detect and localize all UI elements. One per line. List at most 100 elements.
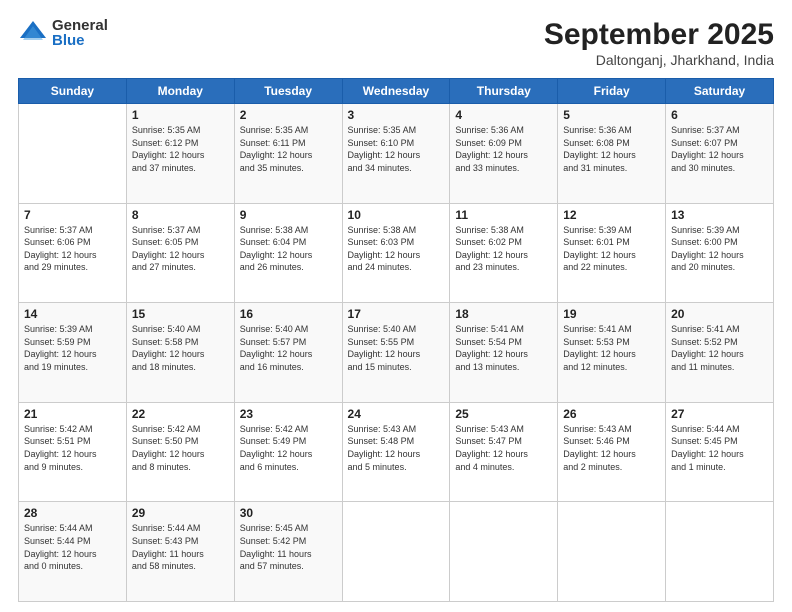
calendar-cell: 17Sunrise: 5:40 AM Sunset: 5:55 PM Dayli… xyxy=(342,303,450,403)
calendar-cell: 12 Sunrise: 5:39 AM Sunset: 6:01 PM Dayli… xyxy=(558,203,666,303)
day-info: Sunrise: 5:36 AM Sunset: 6:09 PM Dayligh… xyxy=(455,124,552,174)
day-number: 10 xyxy=(348,208,445,222)
day-info: Sunrise: 5:43 AM Sunset: 5:47 PM Dayligh… xyxy=(455,423,552,473)
weekday-header-tuesday: Tuesday xyxy=(234,79,342,104)
calendar-cell: 3Sunrise: 5:35 AM Sunset: 6:10 PM Daylig… xyxy=(342,104,450,204)
day-number: 27 xyxy=(671,407,768,421)
calendar-week-row: 28Sunrise: 5:44 AM Sunset: 5:44 PM Dayli… xyxy=(19,502,774,602)
day-info: Sunrise: 5:40 AM Sunset: 5:58 PM Dayligh… xyxy=(132,323,229,373)
calendar-cell: 16Sunrise: 5:40 AM Sunset: 5:57 PM Dayli… xyxy=(234,303,342,403)
logo-general: General xyxy=(52,18,108,33)
day-info: Sunrise: 5:45 AM Sunset: 5:42 PM Dayligh… xyxy=(240,522,337,572)
calendar-week-row: 1 Sunrise: 5:35 AM Sunset: 6:12 PM Daylig… xyxy=(19,104,774,204)
day-info: Sunrise: 5:42 AM Sunset: 5:50 PM Dayligh… xyxy=(132,423,229,473)
calendar-cell: 4 Sunrise: 5:36 AM Sunset: 6:09 PM Daylig… xyxy=(450,104,558,204)
calendar-week-row: 7 Sunrise: 5:37 AM Sunset: 6:06 PM Daylig… xyxy=(19,203,774,303)
calendar-cell: 7 Sunrise: 5:37 AM Sunset: 6:06 PM Daylig… xyxy=(19,203,127,303)
day-number: 30 xyxy=(240,506,337,520)
calendar-cell: 2Sunrise: 5:35 AM Sunset: 6:11 PM Daylig… xyxy=(234,104,342,204)
weekday-header-sunday: Sunday xyxy=(19,79,127,104)
weekday-header-friday: Friday xyxy=(558,79,666,104)
day-info: Sunrise: 5:44 AM Sunset: 5:43 PM Dayligh… xyxy=(132,522,229,572)
day-info: Sunrise: 5:37 AM Sunset: 6:07 PM Dayligh… xyxy=(671,124,768,174)
weekday-header-thursday: Thursday xyxy=(450,79,558,104)
day-number: 5 xyxy=(563,108,660,122)
day-number: 19 xyxy=(563,307,660,321)
weekday-header-row: SundayMondayTuesdayWednesdayThursdayFrid… xyxy=(19,79,774,104)
day-number: 20 xyxy=(671,307,768,321)
calendar-cell: 24 Sunrise: 5:43 AM Sunset: 5:48 PM Dayli… xyxy=(342,402,450,502)
day-info: Sunrise: 5:38 AM Sunset: 6:03 PM Dayligh… xyxy=(348,224,445,274)
day-info: Sunrise: 5:35 AM Sunset: 6:12 PM Dayligh… xyxy=(132,124,229,174)
day-info: Sunrise: 5:39 AM Sunset: 5:59 PM Dayligh… xyxy=(24,323,121,373)
calendar-cell: 1 Sunrise: 5:35 AM Sunset: 6:12 PM Daylig… xyxy=(126,104,234,204)
logo: General Blue xyxy=(18,18,108,48)
calendar-table: SundayMondayTuesdayWednesdayThursdayFrid… xyxy=(18,78,774,602)
day-number: 29 xyxy=(132,506,229,520)
calendar-cell: 29 Sunrise: 5:44 AM Sunset: 5:43 PM Dayli… xyxy=(126,502,234,602)
day-number: 18 xyxy=(455,307,552,321)
day-info: Sunrise: 5:44 AM Sunset: 5:45 PM Dayligh… xyxy=(671,423,768,473)
day-info: Sunrise: 5:42 AM Sunset: 5:51 PM Dayligh… xyxy=(24,423,121,473)
calendar-cell: 20 Sunrise: 5:41 AM Sunset: 5:52 PM Dayli… xyxy=(666,303,774,403)
day-number: 28 xyxy=(24,506,121,520)
calendar-cell: 6Sunrise: 5:37 AM Sunset: 6:07 PM Daylig… xyxy=(666,104,774,204)
calendar-cell: 8 Sunrise: 5:37 AM Sunset: 6:05 PM Daylig… xyxy=(126,203,234,303)
day-number: 15 xyxy=(132,307,229,321)
page: General Blue September 2025 Daltonganj, … xyxy=(0,0,792,612)
day-info: Sunrise: 5:37 AM Sunset: 6:05 PM Dayligh… xyxy=(132,224,229,274)
day-number: 21 xyxy=(24,407,121,421)
day-info: Sunrise: 5:35 AM Sunset: 6:10 PM Dayligh… xyxy=(348,124,445,174)
day-number: 24 xyxy=(348,407,445,421)
calendar-cell xyxy=(666,502,774,602)
calendar-cell: 10 Sunrise: 5:38 AM Sunset: 6:03 PM Dayli… xyxy=(342,203,450,303)
day-number: 9 xyxy=(240,208,337,222)
calendar-cell: 25 Sunrise: 5:43 AM Sunset: 5:47 PM Dayli… xyxy=(450,402,558,502)
day-info: Sunrise: 5:39 AM Sunset: 6:00 PM Dayligh… xyxy=(671,224,768,274)
calendar-cell: 14 Sunrise: 5:39 AM Sunset: 5:59 PM Dayli… xyxy=(19,303,127,403)
day-info: Sunrise: 5:40 AM Sunset: 5:55 PM Dayligh… xyxy=(348,323,445,373)
calendar-cell: 11Sunrise: 5:38 AM Sunset: 6:02 PM Dayli… xyxy=(450,203,558,303)
day-number: 25 xyxy=(455,407,552,421)
day-number: 8 xyxy=(132,208,229,222)
calendar-cell: 27 Sunrise: 5:44 AM Sunset: 5:45 PM Dayli… xyxy=(666,402,774,502)
day-info: Sunrise: 5:41 AM Sunset: 5:54 PM Dayligh… xyxy=(455,323,552,373)
day-number: 23 xyxy=(240,407,337,421)
day-info: Sunrise: 5:35 AM Sunset: 6:11 PM Dayligh… xyxy=(240,124,337,174)
calendar-cell: 13Sunrise: 5:39 AM Sunset: 6:00 PM Dayli… xyxy=(666,203,774,303)
day-number: 14 xyxy=(24,307,121,321)
calendar-cell: 30 Sunrise: 5:45 AM Sunset: 5:42 PM Dayli… xyxy=(234,502,342,602)
day-number: 11 xyxy=(455,208,552,222)
calendar-week-row: 14 Sunrise: 5:39 AM Sunset: 5:59 PM Dayli… xyxy=(19,303,774,403)
calendar-cell: 19Sunrise: 5:41 AM Sunset: 5:53 PM Dayli… xyxy=(558,303,666,403)
day-number: 22 xyxy=(132,407,229,421)
calendar-cell xyxy=(342,502,450,602)
calendar-cell: 15 Sunrise: 5:40 AM Sunset: 5:58 PM Dayli… xyxy=(126,303,234,403)
day-info: Sunrise: 5:41 AM Sunset: 5:52 PM Dayligh… xyxy=(671,323,768,373)
header: General Blue September 2025 Daltonganj, … xyxy=(18,18,774,68)
weekday-header-monday: Monday xyxy=(126,79,234,104)
day-info: Sunrise: 5:43 AM Sunset: 5:46 PM Dayligh… xyxy=(563,423,660,473)
calendar-cell: 9 Sunrise: 5:38 AM Sunset: 6:04 PM Daylig… xyxy=(234,203,342,303)
calendar-cell xyxy=(450,502,558,602)
day-info: Sunrise: 5:37 AM Sunset: 6:06 PM Dayligh… xyxy=(24,224,121,274)
logo-text: General Blue xyxy=(52,18,108,48)
calendar-week-row: 21 Sunrise: 5:42 AM Sunset: 5:51 PM Dayli… xyxy=(19,402,774,502)
day-number: 4 xyxy=(455,108,552,122)
calendar-cell: 28Sunrise: 5:44 AM Sunset: 5:44 PM Dayli… xyxy=(19,502,127,602)
logo-blue: Blue xyxy=(52,33,108,48)
day-info: Sunrise: 5:43 AM Sunset: 5:48 PM Dayligh… xyxy=(348,423,445,473)
day-info: Sunrise: 5:39 AM Sunset: 6:01 PM Dayligh… xyxy=(563,224,660,274)
calendar-cell xyxy=(19,104,127,204)
day-number: 12 xyxy=(563,208,660,222)
day-number: 7 xyxy=(24,208,121,222)
calendar-cell xyxy=(558,502,666,602)
month-title: September 2025 xyxy=(544,18,774,52)
location: Daltonganj, Jharkhand, India xyxy=(544,52,774,68)
day-info: Sunrise: 5:38 AM Sunset: 6:04 PM Dayligh… xyxy=(240,224,337,274)
calendar-body: 1 Sunrise: 5:35 AM Sunset: 6:12 PM Daylig… xyxy=(19,104,774,602)
day-number: 1 xyxy=(132,108,229,122)
calendar-cell: 26Sunrise: 5:43 AM Sunset: 5:46 PM Dayli… xyxy=(558,402,666,502)
logo-icon xyxy=(18,18,48,48)
weekday-header-saturday: Saturday xyxy=(666,79,774,104)
